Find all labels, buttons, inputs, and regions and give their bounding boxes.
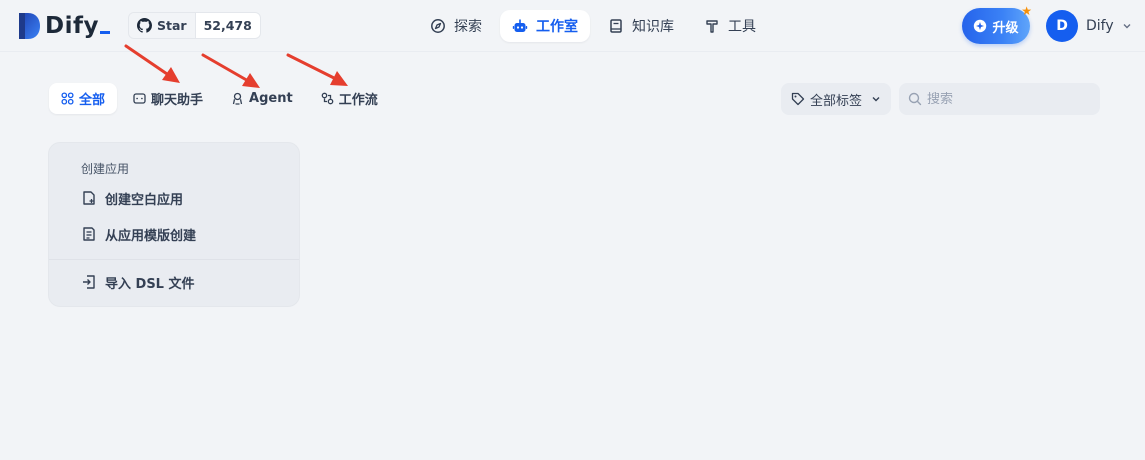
tag-icon xyxy=(791,92,805,106)
chevron-down-icon xyxy=(1123,24,1131,29)
nav-tools[interactable]: 工具 xyxy=(692,10,768,42)
chat-icon xyxy=(133,93,146,104)
template-icon xyxy=(83,227,95,241)
tab-all-label: 全部 xyxy=(79,93,106,108)
agent-icon xyxy=(232,92,243,105)
main-nav: 探索 工作室 知识库 工具 xyxy=(418,10,768,42)
hammer-icon xyxy=(706,20,718,33)
search-box[interactable] xyxy=(899,83,1100,115)
create-from-template-label: 从应用模版创建 xyxy=(105,228,197,244)
create-app-title: 创建应用 xyxy=(81,162,130,176)
chevron-down-icon xyxy=(872,97,880,102)
arrow-to-workflow-tab xyxy=(286,53,348,86)
create-app-card: 创建应用 创建空白应用 从应用模版创建 导入 DSL 文件 xyxy=(48,142,300,307)
create-blank-app-button[interactable]: 创建空白应用 xyxy=(73,184,283,212)
tab-workflow-label: 工作流 xyxy=(338,93,378,108)
workflow-icon xyxy=(321,92,334,105)
sparkle-icon xyxy=(974,19,987,33)
search-input[interactable] xyxy=(927,91,1087,107)
nav-studio-label: 工作室 xyxy=(536,19,578,35)
upgrade-label: 升级 xyxy=(992,20,1019,36)
nav-tools-label: 工具 xyxy=(728,19,756,35)
import-icon xyxy=(83,275,95,289)
nav-explore[interactable]: 探索 xyxy=(418,10,494,42)
tab-agent-label: Agent xyxy=(249,91,293,106)
search-icon xyxy=(908,92,922,106)
book-icon xyxy=(610,19,622,33)
tab-workflow[interactable]: 工作流 xyxy=(309,83,390,114)
import-dsl-label: 导入 DSL 文件 xyxy=(105,276,195,292)
nav-knowledge-label: 知识库 xyxy=(632,19,674,35)
dify-logo-icon xyxy=(19,13,40,39)
blank-file-icon xyxy=(83,191,95,205)
nav-studio[interactable]: 工作室 xyxy=(500,10,590,42)
github-star-label: Star xyxy=(157,18,187,33)
create-blank-app-label: 创建空白应用 xyxy=(105,192,184,208)
compass-icon xyxy=(431,19,445,33)
app-type-tabs: 全部 聊天助手 Agent 工作流 xyxy=(49,83,390,114)
create-from-template-button[interactable]: 从应用模版创建 xyxy=(73,220,283,248)
logo-text: Dify xyxy=(45,13,110,39)
upgrade-button[interactable]: 升级 ★ xyxy=(962,4,1032,44)
github-star[interactable]: Star xyxy=(129,13,195,38)
grid-icon xyxy=(61,92,74,105)
nav-explore-label: 探索 xyxy=(454,19,482,35)
logo-underscore xyxy=(99,31,110,34)
card-divider xyxy=(49,259,299,260)
tag-filter-dropdown[interactable]: 全部标签 xyxy=(781,83,891,115)
tab-chat-assistant-label: 聊天助手 xyxy=(151,93,204,108)
dify-logo[interactable]: Dify xyxy=(17,11,110,41)
tab-all[interactable]: 全部 xyxy=(49,83,118,114)
robot-icon xyxy=(512,19,528,32)
tab-chat-assistant[interactable]: 聊天助手 xyxy=(121,83,215,114)
user-name: Dify xyxy=(1086,18,1114,34)
nav-knowledge[interactable]: 知识库 xyxy=(596,10,686,42)
import-dsl-button[interactable]: 导入 DSL 文件 xyxy=(73,268,283,296)
github-star-count: 52,478 xyxy=(194,13,260,38)
star-icon: ★ xyxy=(1021,4,1032,18)
github-icon xyxy=(137,18,152,33)
tab-agent[interactable]: Agent xyxy=(219,83,305,114)
tag-filter-label: 全部标签 xyxy=(810,93,863,109)
avatar[interactable]: D xyxy=(1046,10,1078,42)
user-menu[interactable]: D Dify xyxy=(1046,10,1132,42)
top-header: Dify Star 52,478 探索 工作室 知识库 工具 升级 ★ D Di… xyxy=(0,0,1145,52)
github-star-button[interactable]: Star 52,478 xyxy=(128,12,261,39)
